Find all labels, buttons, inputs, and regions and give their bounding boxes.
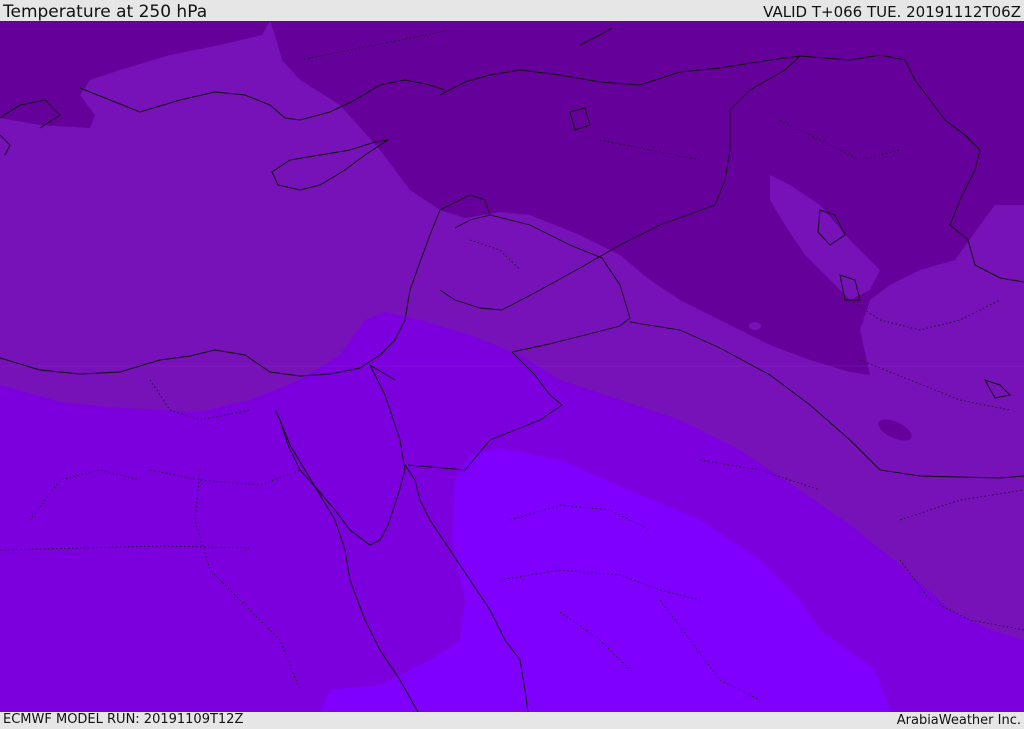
header-bar: Temperature at 250 hPa VALID T+066 TUE. …: [0, 0, 1024, 22]
temperature-map[interactable]: [0, 21, 1024, 712]
valid-time: VALID T+066 TUE. 20191112T06Z: [763, 3, 1021, 21]
model-run: ECMWF MODEL RUN: 20191109T12Z: [3, 712, 244, 727]
map-title: Temperature at 250 hPa: [3, 2, 208, 22]
temp-pocket-small: [749, 322, 761, 330]
credit: ArabiaWeather Inc.: [896, 713, 1021, 728]
footer-bar: ECMWF MODEL RUN: 20191109T12Z ArabiaWeat…: [0, 712, 1024, 729]
